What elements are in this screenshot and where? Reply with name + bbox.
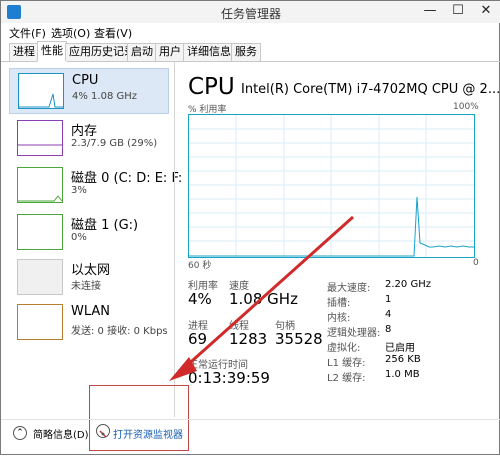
annotation-arrow — [169, 215, 354, 381]
open-resource-monitor-link[interactable]: 打开资源监视器 — [113, 426, 183, 441]
footer-bar: ⌃ 简略信息(D) 打开资源监视器 — [1, 419, 500, 457]
resource-monitor-icon[interactable] — [96, 424, 110, 438]
task-manager-window: 任务管理器 — ☐ ✕ 文件(F) 选项(O) 查看(V) 进程 性能 应用历史… — [0, 0, 500, 455]
chevron-up-icon[interactable]: ⌃ — [13, 426, 27, 440]
fewer-details-button[interactable]: 简略信息(D) — [33, 426, 89, 441]
